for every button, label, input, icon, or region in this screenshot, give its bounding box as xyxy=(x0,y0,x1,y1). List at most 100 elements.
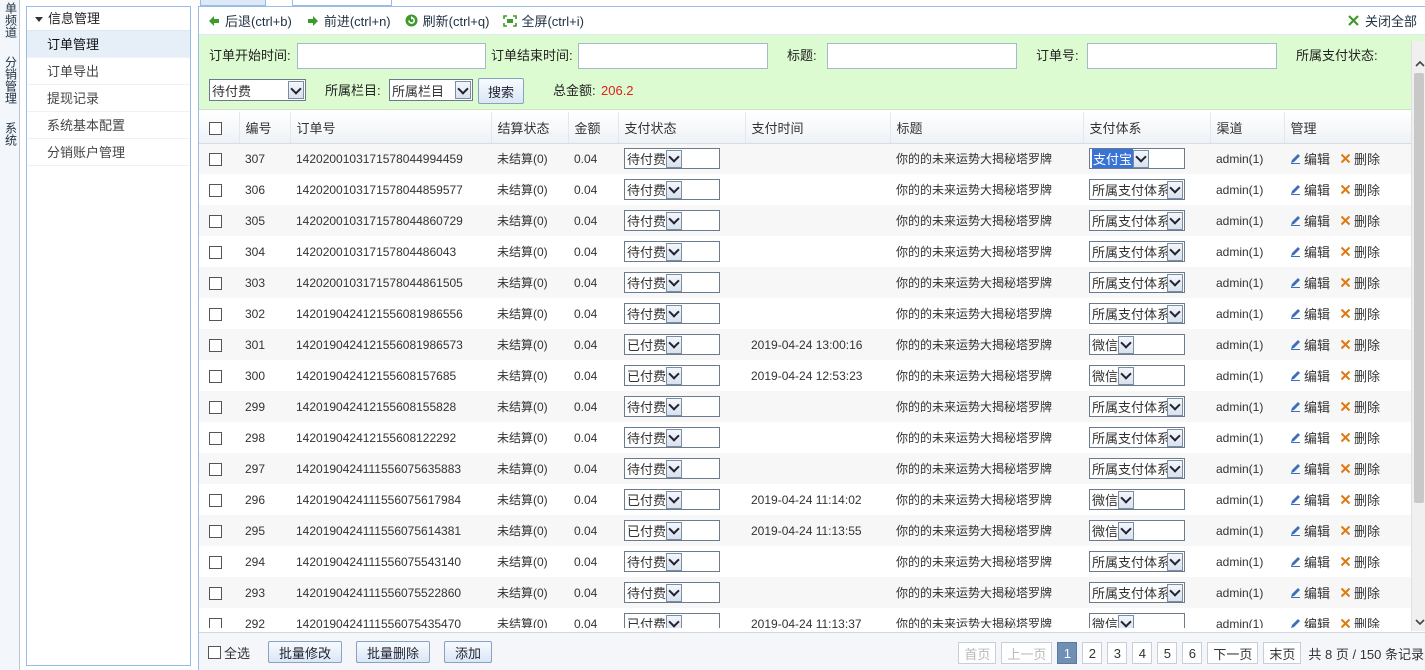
row-checkbox[interactable] xyxy=(209,524,222,538)
delete-button[interactable]: 删除 xyxy=(1340,428,1380,447)
edit-button[interactable]: 编辑 xyxy=(1290,273,1330,292)
delete-button[interactable]: 删除 xyxy=(1340,180,1380,199)
scrollbar-thumb[interactable] xyxy=(1414,73,1424,503)
edit-button[interactable]: 编辑 xyxy=(1290,242,1330,261)
order-no-input[interactable] xyxy=(1087,43,1277,69)
pay-system-select[interactable]: 支付宝 xyxy=(1089,148,1185,170)
table-row[interactable]: 295 1420190424111556075614381 未结算(0) 0.04 已付… xyxy=(199,515,1411,546)
pager-last[interactable]: 末页 xyxy=(1263,642,1302,664)
pay-status-select[interactable]: 待付费 xyxy=(624,179,720,200)
side-tab-1[interactable]: 分销管理 xyxy=(0,54,20,106)
forward-button[interactable]: 前进(ctrl+n) xyxy=(306,11,391,30)
pay-system-select[interactable]: 微信 xyxy=(1089,520,1185,541)
pay-system-select[interactable]: 所属支付体系 xyxy=(1089,272,1185,293)
pay-system-select[interactable]: 所属支付体系 xyxy=(1089,582,1185,603)
row-checkbox[interactable] xyxy=(209,493,222,507)
menu-header[interactable]: 信息管理 xyxy=(27,7,190,31)
edit-button[interactable]: 编辑 xyxy=(1290,428,1330,447)
side-tab-2[interactable]: 系统 xyxy=(0,120,20,148)
pay-system-select[interactable]: 所属支付体系 xyxy=(1089,241,1185,262)
edit-button[interactable]: 编辑 xyxy=(1290,521,1330,540)
pager-prev[interactable]: 上一页 xyxy=(1001,642,1053,664)
delete-button[interactable]: 删除 xyxy=(1340,583,1380,602)
delete-button[interactable]: 删除 xyxy=(1340,397,1380,416)
table-row[interactable]: 305 1420200103171578044860729 未结算(0) 0.04 待付… xyxy=(199,205,1411,236)
table-row[interactable]: 298 142019042412155608122292 未结算(0) 0.04 待付费… xyxy=(199,422,1411,453)
header-id[interactable]: 编号 xyxy=(239,112,291,144)
row-checkbox[interactable] xyxy=(209,369,222,383)
pay-system-select[interactable]: 微信 xyxy=(1089,334,1185,355)
delete-button[interactable]: 删除 xyxy=(1340,273,1380,292)
pay-status-select[interactable]: 待付费 xyxy=(209,79,306,101)
row-checkbox[interactable] xyxy=(209,307,222,321)
row-checkbox[interactable] xyxy=(209,400,222,414)
menu-item-3[interactable]: 系统基本配置 xyxy=(27,112,190,139)
row-checkbox[interactable] xyxy=(209,338,222,352)
delete-button[interactable]: 删除 xyxy=(1340,366,1380,385)
menu-item-2[interactable]: 提现记录 xyxy=(27,85,190,112)
table-row[interactable]: 301 1420190424121556081986573 未结算(0) 0.04 已付… xyxy=(199,329,1411,360)
delete-button[interactable]: 删除 xyxy=(1340,490,1380,509)
menu-item-4[interactable]: 分销账户管理 xyxy=(27,139,190,166)
pay-system-select[interactable]: 所属支付体系 xyxy=(1089,210,1185,231)
scroll-up-icon[interactable] xyxy=(1412,55,1425,72)
pay-status-select[interactable]: 已付费 xyxy=(624,489,720,510)
edit-button[interactable]: 编辑 xyxy=(1290,583,1330,602)
title-input[interactable] xyxy=(827,43,1017,69)
pay-status-select[interactable]: 已付费 xyxy=(624,613,720,628)
header-pay-system[interactable]: 支付体系 xyxy=(1083,112,1211,144)
pay-system-select[interactable]: 所属支付体系 xyxy=(1089,179,1185,200)
header-amount[interactable]: 金额 xyxy=(568,112,619,144)
batch-delete-button[interactable]: 批量删除 xyxy=(356,641,431,663)
end-time-input[interactable] xyxy=(578,43,768,69)
table-row[interactable]: 307 14202001031715780449944​59 未结算(0) 0.04 待… xyxy=(199,143,1411,174)
pager-page-5[interactable]: 5 xyxy=(1157,642,1178,664)
close-all-button[interactable]: 关闭全部 xyxy=(1347,11,1417,30)
header-checkbox[interactable] xyxy=(209,121,222,135)
edit-button[interactable]: 编辑 xyxy=(1290,335,1330,354)
fullscreen-button[interactable]: 全屏(ctrl+i) xyxy=(503,11,584,30)
edit-button[interactable]: 编辑 xyxy=(1290,366,1330,385)
row-checkbox[interactable] xyxy=(209,555,222,569)
header-order-no[interactable]: 订单号 xyxy=(290,112,492,144)
edit-button[interactable]: 编辑 xyxy=(1290,211,1330,230)
pay-status-select[interactable]: 待付费 xyxy=(624,272,720,293)
pay-system-select[interactable]: 所属支付体系 xyxy=(1089,427,1185,448)
delete-button[interactable]: 删除 xyxy=(1340,304,1380,323)
table-row[interactable]: 302 1420190424121556081986556 未结算(0) 0.04 待付… xyxy=(199,298,1411,329)
row-checkbox[interactable] xyxy=(209,214,222,228)
row-checkbox[interactable] xyxy=(209,276,222,290)
edit-button[interactable]: 编辑 xyxy=(1290,180,1330,199)
back-button[interactable]: 后退(ctrl+b) xyxy=(207,11,292,30)
table-row[interactable]: 306 1420200103171578044859577 未结算(0) 0.04 待付… xyxy=(199,174,1411,205)
table-row[interactable]: 304 142020010317157804486043 未结算(0) 0.04 待付费… xyxy=(199,236,1411,267)
pay-system-select[interactable]: 所属支付体系 xyxy=(1089,396,1185,417)
pay-status-select[interactable]: 待付费 xyxy=(624,551,720,572)
table-row[interactable]: 300 1420190424121556081576​85 未结算(0) 0.04 已付… xyxy=(199,360,1411,391)
edit-button[interactable]: 编辑 xyxy=(1290,459,1330,478)
column-select[interactable]: 所属栏目 xyxy=(389,79,473,101)
table-row[interactable]: 292 1420190424111556075435470 未结算(0) 0.04 已付… xyxy=(199,608,1411,628)
row-checkbox[interactable] xyxy=(209,183,222,197)
row-checkbox[interactable] xyxy=(209,152,222,166)
pay-system-select[interactable]: 所属支付体系 xyxy=(1089,458,1185,479)
pay-system-select[interactable]: 所属支付体系 xyxy=(1089,551,1185,572)
table-row[interactable]: 296 1420190424111556075617984 未结算(0) 0.04 已付… xyxy=(199,484,1411,515)
side-tab-0[interactable]: 单频道 xyxy=(0,0,20,40)
row-checkbox[interactable] xyxy=(209,617,222,628)
edit-button[interactable]: 编辑 xyxy=(1290,304,1330,323)
header-settle[interactable]: 结算状态 xyxy=(491,112,569,144)
vertical-scrollbar[interactable] xyxy=(1411,41,1425,631)
edit-button[interactable]: 编辑 xyxy=(1290,397,1330,416)
pager-page-3[interactable]: 3 xyxy=(1107,642,1128,664)
table-row[interactable]: 297 142019042411155607563588​3 未结算(0) 0.04 待… xyxy=(199,453,1411,484)
pager-page-1[interactable]: 1 xyxy=(1057,642,1078,664)
batch-edit-button[interactable]: 批量修改 xyxy=(268,641,343,663)
header-channel[interactable]: 渠道 xyxy=(1210,112,1285,144)
pager-next[interactable]: 下一页 xyxy=(1207,642,1259,664)
add-button[interactable]: 添加 xyxy=(444,641,493,663)
row-checkbox[interactable] xyxy=(209,462,222,476)
pager-first[interactable]: 首页 xyxy=(958,642,997,664)
pager-page-2[interactable]: 2 xyxy=(1082,642,1103,664)
pay-status-select[interactable]: 待付费 xyxy=(624,210,720,231)
